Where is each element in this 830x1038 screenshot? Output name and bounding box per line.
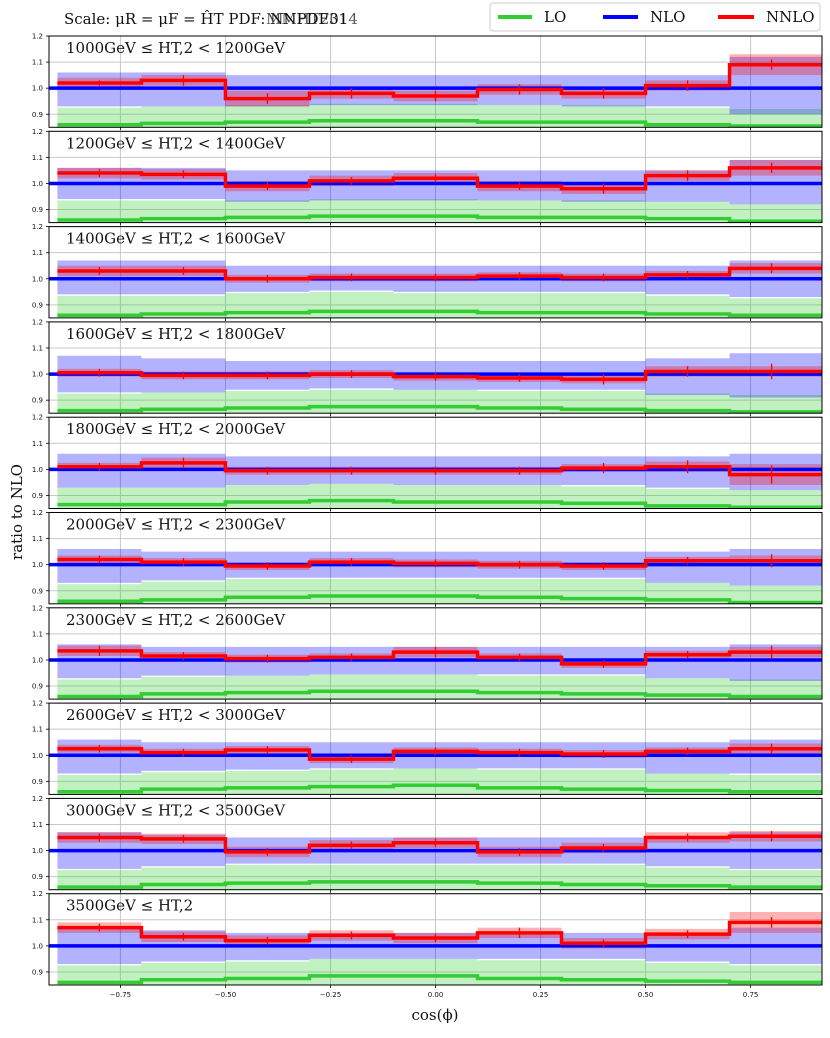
pdf-overlay-label: MMHT2014	[266, 10, 358, 28]
panel-label: 1800GeV ≤ HT,2 < 2000GeV	[66, 420, 286, 438]
y-tick-label: 1.1	[32, 535, 43, 543]
panel-label: 1600GeV ≤ HT,2 < 1800GeV	[66, 325, 286, 343]
y-tick-label: 1.0	[32, 847, 43, 855]
legend-label-nlo: NLO	[650, 8, 685, 26]
y-tick-label: 1.0	[32, 561, 43, 569]
x-tick-label: −0.75	[110, 991, 131, 999]
x-tick-label: 0.25	[533, 991, 549, 999]
y-tick-label: 1.2	[32, 795, 43, 803]
y-tick-label: 0.9	[32, 587, 43, 595]
y-tick-label: 0.9	[32, 873, 43, 881]
y-tick-label: 1.1	[32, 440, 43, 448]
y-tick-label: 0.9	[32, 111, 43, 119]
y-tick-label: 1.0	[32, 656, 43, 664]
y-tick-label: 0.9	[32, 206, 43, 214]
panel-1: 0.9 1.0 1.1 1.2 1200GeV ≤ HT,2 < 1400GeV	[32, 128, 823, 226]
panel-label: 1000GeV ≤ HT,2 < 1200GeV	[66, 39, 286, 57]
y-tick-label: 0.9	[32, 301, 43, 309]
y-tick-label: 1.0	[32, 466, 43, 474]
y-tick-label: 1.2	[32, 414, 43, 422]
panel-label: 2300GeV ≤ HT,2 < 2600GeV	[66, 611, 286, 629]
panel-4: 0.9 1.0 1.1 1.2 1800GeV ≤ HT,2 < 2000GeV	[32, 414, 823, 512]
y-tick-label: 1.2	[32, 128, 43, 136]
y-tick-label: 1.2	[32, 890, 43, 898]
legend-label-lo: LO	[544, 8, 566, 26]
panels-group: 0.9 1.0 1.1 1.2 1000GeV ≤ HT,2 < 1200GeV 0.9 1…	[32, 33, 823, 999]
panel-7: 0.9 1.0 1.1 1.2 2600GeV ≤ HT,2 < 3000GeV	[32, 700, 823, 798]
y-tick-label: 1.1	[32, 249, 43, 257]
panel-label: 1400GeV ≤ HT,2 < 1600GeV	[66, 230, 286, 248]
y-tick-label: 0.9	[32, 492, 43, 500]
panel-6: 0.9 1.0 1.1 1.2 2300GeV ≤ HT,2 < 2600GeV	[32, 604, 823, 703]
x-tick-label: 0.50	[638, 991, 654, 999]
panel-9: 0.9 1.0 1.1 1.2 3500GeV ≤ HT,2	[32, 890, 823, 988]
y-tick-label: 1.0	[32, 752, 43, 760]
y-tick-label: 1.1	[32, 154, 43, 162]
y-tick-label: 1.2	[32, 509, 43, 517]
y-tick-label: 0.9	[32, 397, 43, 405]
x-tick-label: −0.50	[215, 991, 236, 999]
y-tick-label: 1.2	[32, 700, 43, 708]
legend-label-nnlo: NNLO	[766, 8, 815, 26]
x-tick-label: 0.75	[743, 991, 759, 999]
y-tick-label: 1.1	[32, 726, 43, 734]
panel-3: 0.9 1.0 1.1 1.2 1600GeV ≤ HT,2 < 1800GeV	[32, 318, 823, 417]
y-tick-label: 1.2	[32, 33, 43, 41]
y-tick-label: 1.0	[32, 180, 43, 188]
y-tick-label: 0.9	[32, 778, 43, 786]
y-tick-label: 1.2	[32, 318, 43, 326]
y-tick-label: 1.0	[32, 371, 43, 379]
y-tick-label: 1.2	[32, 223, 43, 231]
y-axis-label: ratio to NLO	[8, 464, 26, 560]
panel-5: 0.9 1.0 1.1 1.2 2000GeV ≤ HT,2 < 2300GeV	[32, 509, 823, 607]
y-tick-label: 1.0	[32, 942, 43, 950]
panel-2: 0.9 1.0 1.1 1.2 1400GeV ≤ HT,2 < 1600GeV	[32, 223, 823, 321]
y-tick-label: 1.1	[32, 59, 43, 67]
y-tick-label: 1.1	[32, 630, 43, 638]
y-tick-label: 0.9	[32, 968, 43, 976]
panel-label: 2000GeV ≤ HT,2 < 2300GeV	[66, 516, 286, 534]
y-tick-label: 1.2	[32, 604, 43, 612]
x-axis-label: cos(ϕ)	[411, 1006, 458, 1024]
panel-8: 0.9 1.0 1.1 1.2 3000GeV ≤ HT,2 < 3500GeV	[32, 795, 823, 893]
y-tick-label: 1.0	[32, 85, 43, 93]
panel-label: 3000GeV ≤ HT,2 < 3500GeV	[66, 801, 286, 819]
panel-label: 3500GeV ≤ HT,2	[66, 897, 193, 915]
ratio-chart: Scale: μR = μF = ĤT PDF: NNPDF31 MMHT201…	[8, 2, 823, 1024]
y-tick-label: 1.1	[32, 344, 43, 352]
y-tick-label: 1.0	[32, 275, 43, 283]
y-tick-label: 1.1	[32, 916, 43, 924]
panel-label: 2600GeV ≤ HT,2 < 3000GeV	[66, 706, 286, 724]
y-tick-label: 0.9	[32, 683, 43, 691]
legend: LO NLO NNLO	[489, 2, 821, 32]
x-tick-label: −0.25	[320, 991, 341, 999]
y-tick-label: 1.1	[32, 821, 43, 829]
panel-label: 1200GeV ≤ HT,2 < 1400GeV	[66, 134, 286, 152]
panel-0: 0.9 1.0 1.1 1.2 1000GeV ≤ HT,2 < 1200GeV	[32, 33, 823, 131]
x-tick-label: 0.00	[428, 991, 444, 999]
